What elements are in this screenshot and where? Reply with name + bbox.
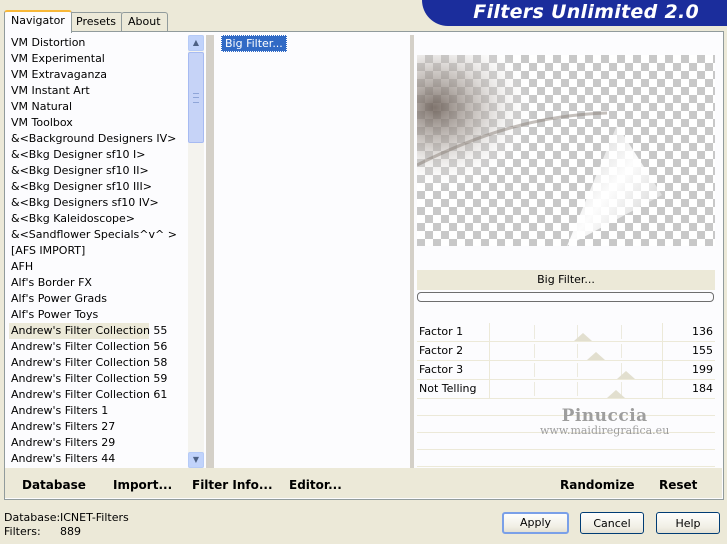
factor-slider[interactable] [489,380,663,398]
filter-info-button[interactable]: Filter Info... [192,478,273,492]
category-item[interactable]: VM Instant Art [9,83,187,99]
brand-title: Filters Unlimited 2.0 [473,1,699,23]
category-item[interactable]: VM Toolbox [9,115,187,131]
apply-button[interactable]: Apply [502,512,569,534]
category-item[interactable]: Andrew's Filter Collection 58 [9,355,187,371]
cancel-button[interactable]: Cancel [580,512,644,534]
database-value: ICNET-Filters [60,511,129,524]
factor-value: 184 [692,382,713,395]
filter-item-selected[interactable]: Big Filter... [221,35,287,52]
factor-slider[interactable] [489,361,663,379]
factor-value: 199 [692,363,713,376]
category-item[interactable]: Andrew's Filter Collection 59 [9,371,187,387]
factor-slider[interactable] [489,342,663,360]
progress-bar [417,292,714,302]
category-item[interactable]: &<Background Designers IV> [9,131,187,147]
factor-value: 155 [692,344,713,357]
database-label: Database: [4,511,61,524]
factor-value: 136 [692,325,713,338]
category-item[interactable]: Andrew's Filters 1 [9,403,187,419]
category-item[interactable]: &<Bkg Designer sf10 II> [9,163,187,179]
help-button[interactable]: Help [656,512,720,534]
reset-button[interactable]: Reset [659,478,697,492]
empty-factor-row [417,450,715,467]
category-item[interactable]: Andrew's Filter Collection 55 [9,323,167,339]
scroll-down-button[interactable]: ▼ [188,452,204,468]
category-item[interactable]: Alf's Power Toys [9,307,187,323]
category-item[interactable]: &<Bkg Designers sf10 IV> [9,195,187,211]
factor-label: Not Telling [419,382,477,395]
category-scrollbar[interactable]: ▲ ▼ [188,35,204,468]
factor-slider[interactable] [489,323,663,341]
category-item[interactable]: VM Natural [9,99,187,115]
slider-tick [534,382,535,396]
slider-tick [534,363,535,377]
factor-label: Factor 1 [419,325,464,338]
category-item[interactable]: [AFS IMPORT] [9,243,187,259]
filter-list[interactable]: Big Filter... [220,35,406,468]
import-button[interactable]: Import... [113,478,172,492]
tab-presets[interactable]: Presets [69,12,124,31]
category-item[interactable]: &<Bkg Designer sf10 III> [9,179,187,195]
preview-divider [410,35,414,468]
tab-navigator[interactable]: Navigator [4,10,72,33]
slider-tick [577,382,578,396]
slider-knob[interactable] [574,333,592,341]
factor-label: Factor 2 [419,344,464,357]
category-item[interactable]: Andrew's Filters 29 [9,435,187,451]
factor-row: Factor 2 155 [417,342,715,361]
slider-tick [534,325,535,339]
preview-filter-name: Big Filter... [417,270,715,290]
filters-label: Filters: [4,525,41,538]
bottom-toolbar: Database Import... Filter Info... Editor… [5,468,722,498]
factor-row: Factor 3 199 [417,361,715,380]
category-item[interactable]: VM Distortion [9,35,187,51]
brand-banner: Filters Unlimited 2.0 [422,0,727,26]
tab-about[interactable]: About [121,12,168,31]
slider-knob[interactable] [617,371,635,379]
category-item[interactable]: &<Bkg Kaleidoscope> [9,211,187,227]
factor-sliders: Factor 1 136 Factor 2 155 Factor 3 199 Not Tel… [417,323,715,467]
category-item[interactable]: Andrew's Filters 44 [9,451,187,467]
editor-button[interactable]: Editor... [289,478,342,492]
slider-knob[interactable] [607,390,625,398]
slider-tick [577,344,578,358]
filter-preview [417,55,715,246]
scroll-up-button[interactable]: ▲ [188,35,204,51]
database-button[interactable]: Database [22,478,86,492]
category-item[interactable]: &<Sandflower Specials^v^ > [9,227,187,243]
watermark-url: www.maidiregrafica.eu [540,424,670,437]
scroll-thumb[interactable] [188,52,204,143]
slider-tick [621,344,622,358]
status-info: Database:ICNET-Filters Filters: 889 [4,511,129,539]
category-item[interactable]: VM Extravaganza [9,67,187,83]
category-item[interactable]: Alf's Power Grads [9,291,187,307]
factor-label: Factor 3 [419,363,464,376]
slider-tick [621,325,622,339]
category-item[interactable]: Andrew's Filters 27 [9,419,187,435]
category-item[interactable]: &<Bkg Designer sf10 I> [9,147,187,163]
preview-image [417,55,662,246]
category-item[interactable]: VM Experimental [9,51,187,67]
slider-knob[interactable] [587,352,605,360]
randomize-button[interactable]: Randomize [560,478,634,492]
category-list[interactable]: VM Distortion VM Experimental VM Extravaga… [9,35,187,468]
category-item[interactable]: AFH [9,259,187,275]
watermark: Pinuccia www.maidiregrafica.eu [540,406,669,437]
list-divider [206,35,214,468]
category-item[interactable]: Alf's Border FX [9,275,187,291]
watermark-name: Pinuccia [561,406,648,426]
slider-tick [534,344,535,358]
factor-row: Factor 1 136 [417,323,715,342]
category-item[interactable]: Andrew's Filter Collection 56 [9,339,187,355]
category-item[interactable]: Andrew's Filter Collection 61 [9,387,187,403]
factor-row: Not Telling 184 [417,380,715,399]
slider-tick [577,363,578,377]
filters-value: 889 [60,525,81,538]
